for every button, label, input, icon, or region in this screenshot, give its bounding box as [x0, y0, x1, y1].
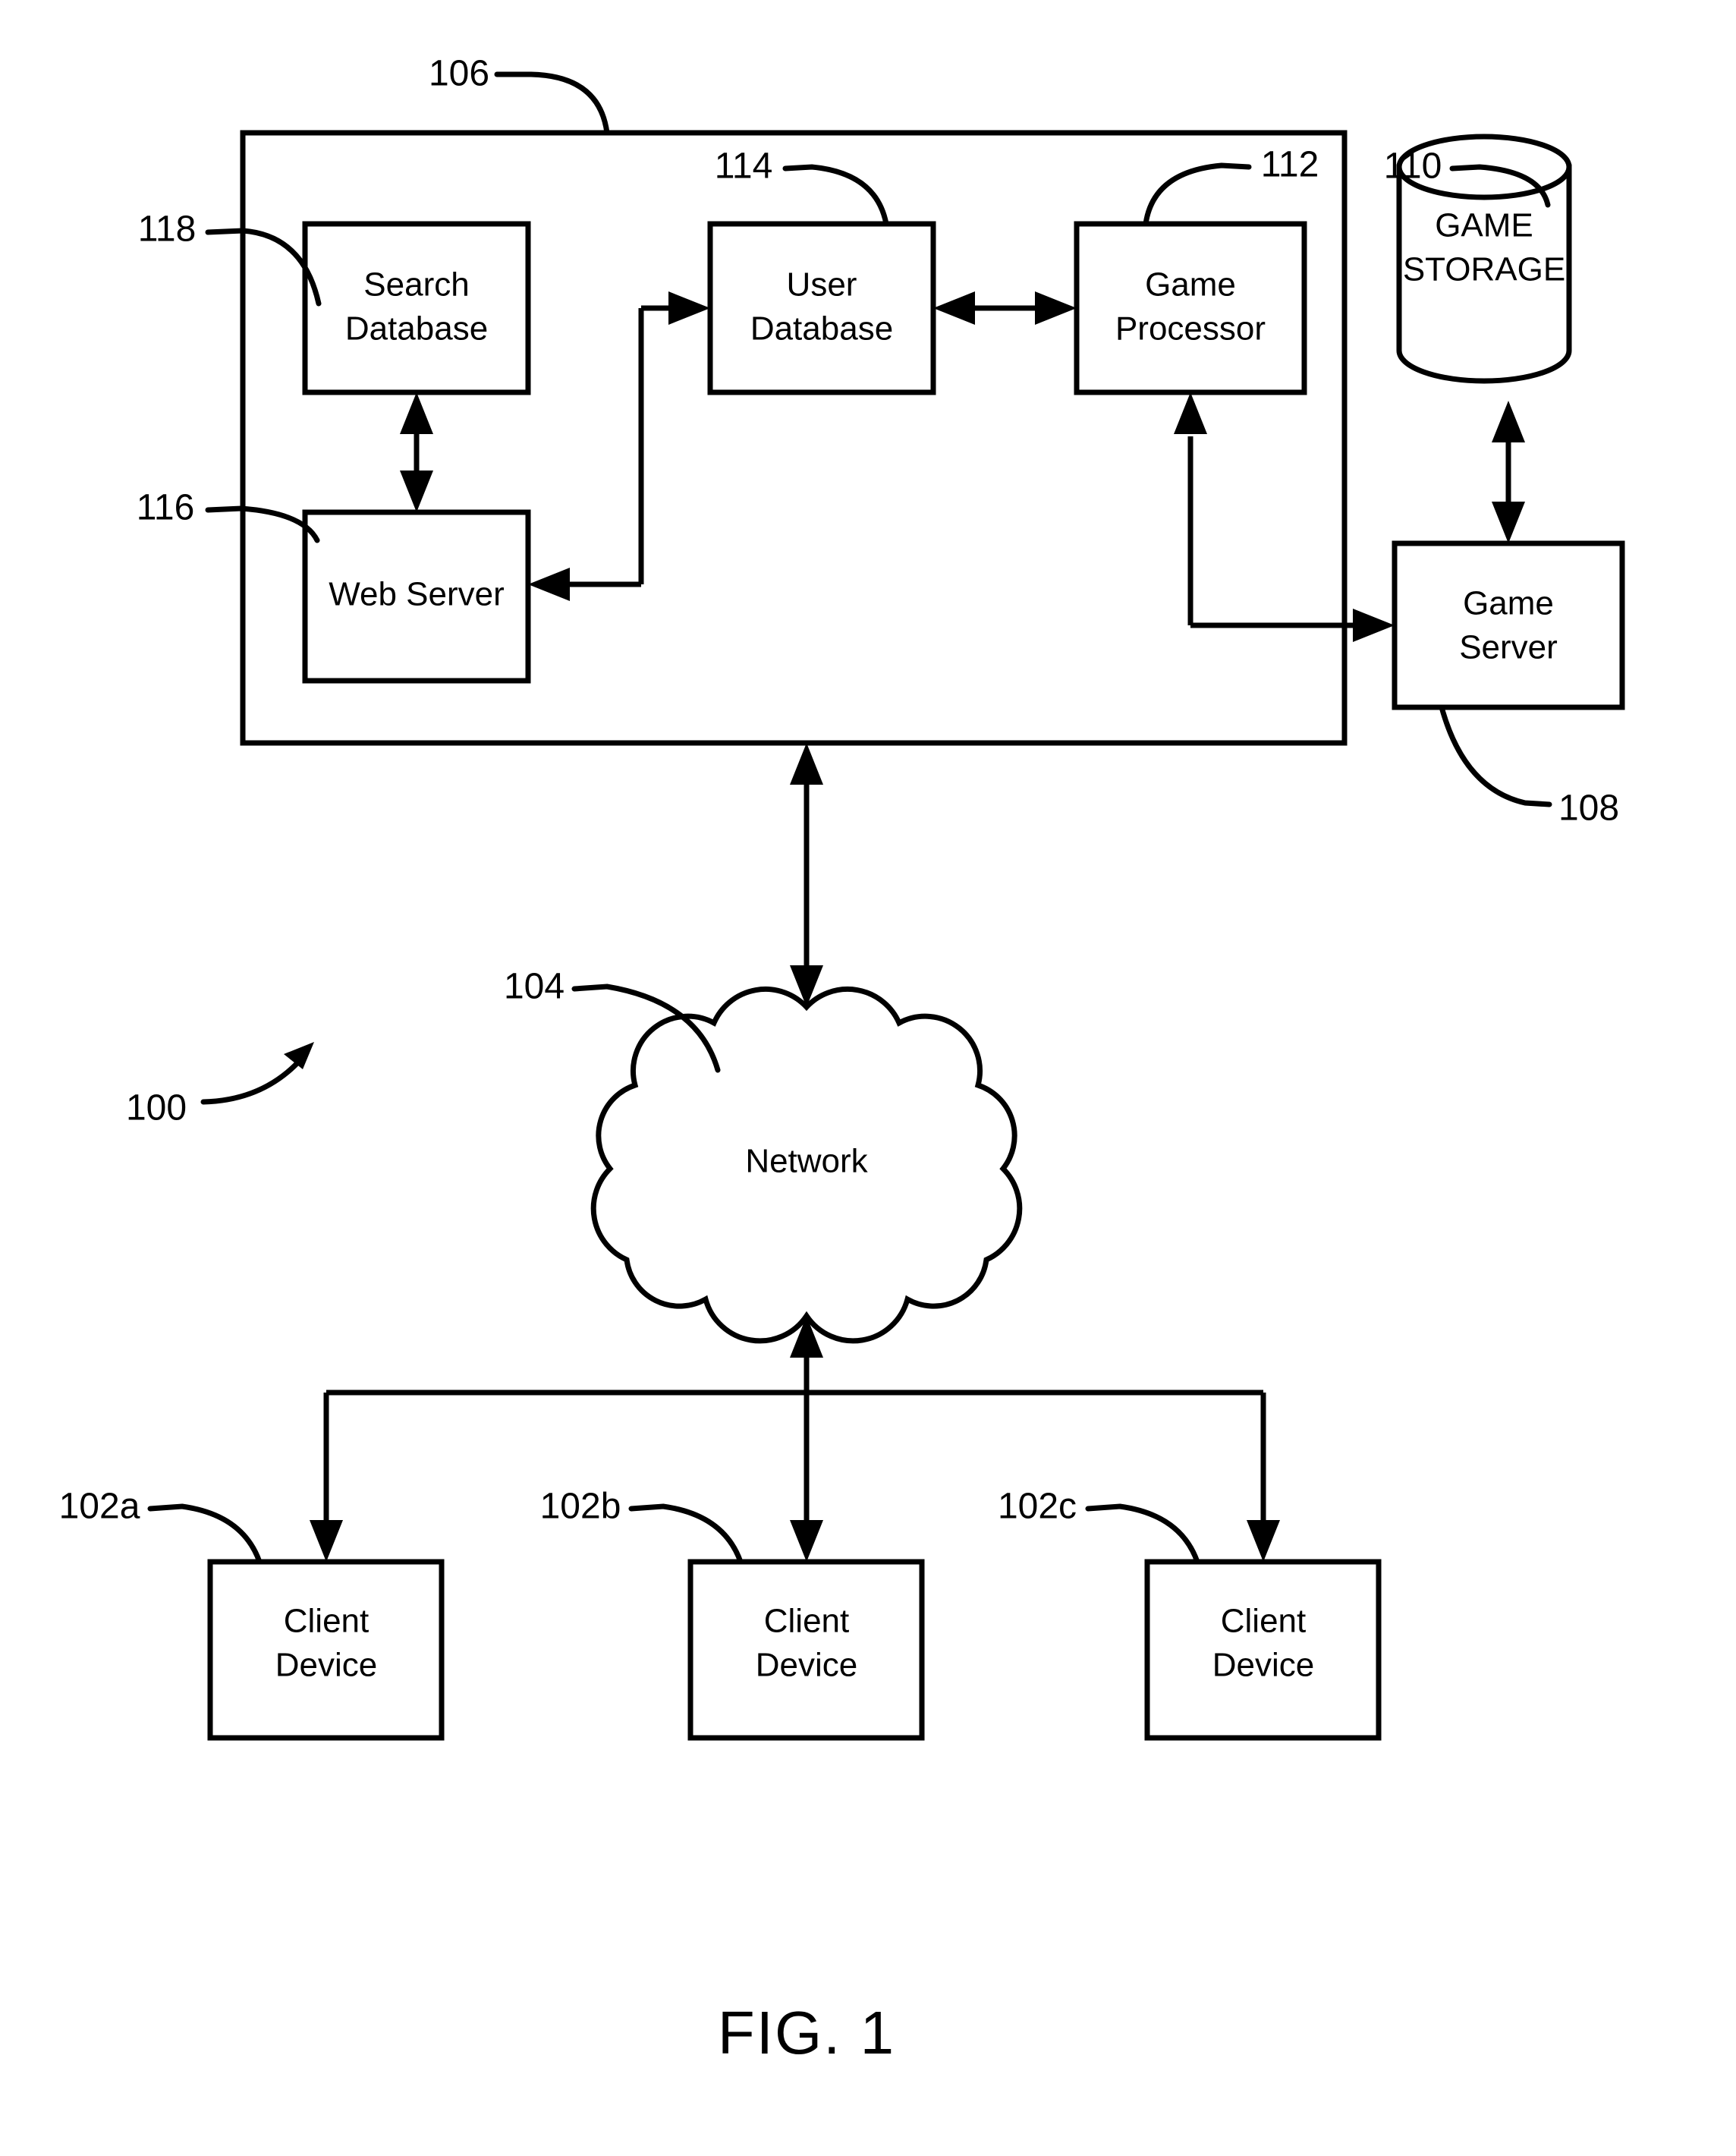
connector-network-clients [310, 1316, 1280, 1562]
patent-figure-1: 106 Search Database 118 User Database 11… [59, 54, 1625, 2066]
ref-num-100: 100 [126, 1088, 187, 1128]
client-device-b-label-line1: Client [764, 1603, 850, 1640]
ref-num-110: 110 [1384, 146, 1442, 187]
leader-line-102a [147, 1503, 263, 1565]
game-processor-box [1074, 221, 1307, 395]
client-device-a-label-line1: Client [284, 1603, 370, 1640]
game-processor-label-line2: Processor [1115, 310, 1266, 348]
patent-figure-root: 106 Search Database 118 User Database 11… [0, 0, 1736, 2156]
ref-num-118: 118 [138, 209, 197, 250]
client-device-b-label-line2: Device [756, 1647, 858, 1684]
ref-num-114: 114 [715, 146, 773, 187]
ref-num-116: 116 [137, 488, 195, 528]
leader-line-108 [1439, 704, 1552, 807]
game-storage-label-line2: STORAGE [1403, 251, 1565, 288]
search-database-box [302, 221, 531, 395]
game-processor-label-line1: Game [1145, 266, 1236, 304]
ref-num-112: 112 [1261, 145, 1319, 185]
leader-line-102b [628, 1503, 744, 1565]
client-device-c-label-line1: Client [1221, 1603, 1307, 1640]
game-storage-label-line1: GAME [1435, 207, 1533, 244]
user-database-label-line1: User [787, 266, 857, 304]
arrowhead-100 [284, 1042, 314, 1069]
network-label: Network [745, 1143, 868, 1180]
ref-num-102b: 102b [540, 1487, 621, 1527]
ref-num-102a: 102a [59, 1487, 140, 1527]
search-database-label-line2: Database [345, 310, 488, 348]
leader-line-106 [494, 71, 610, 136]
game-server-box [1392, 540, 1625, 710]
ref-num-108: 108 [1558, 788, 1619, 829]
web-server-label: Web Server [329, 576, 505, 613]
ref-num-102c: 102c [998, 1487, 1077, 1527]
leader-line-102c [1085, 1503, 1200, 1565]
ref-num-104: 104 [504, 967, 565, 1007]
client-device-c-label-line2: Device [1212, 1647, 1315, 1684]
connector-gamestorage-gameserver [1492, 401, 1525, 543]
client-device-a-label-line2: Device [275, 1647, 378, 1684]
search-database-label-line1: Search [363, 266, 469, 304]
leader-line-100 [200, 1053, 307, 1105]
game-server-label-line1: Game [1463, 585, 1554, 622]
user-database-label-line2: Database [750, 310, 893, 348]
figure-caption: FIG. 1 [718, 1999, 895, 2066]
connector-system-network [790, 743, 823, 1007]
ref-num-106: 106 [429, 54, 489, 94]
game-server-label-line2: Server [1459, 629, 1558, 666]
user-database-box [707, 221, 936, 395]
